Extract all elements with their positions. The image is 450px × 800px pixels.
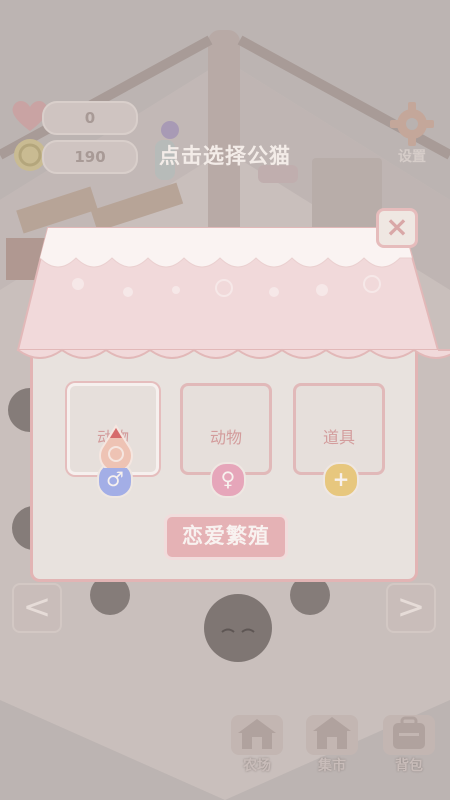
prompt-text: 点击选择公猫 xyxy=(159,144,291,168)
close-button[interactable]: × xyxy=(376,208,418,248)
slot-label: 道具 xyxy=(322,428,355,447)
backpack-button[interactable]: 背包 xyxy=(380,707,438,775)
house-icon xyxy=(231,715,283,755)
backpack-label: 背包 xyxy=(395,758,423,774)
hearts-counter: 0 xyxy=(42,101,138,135)
prev-arrow-button[interactable]: < xyxy=(12,583,62,633)
market-button[interactable]: 集市 xyxy=(303,707,361,775)
backpack-icon xyxy=(383,715,435,755)
settings-button[interactable]: 设置 xyxy=(384,100,440,168)
market-label: 集市 xyxy=(318,758,346,774)
farm-button[interactable]: 农场 xyxy=(228,707,286,775)
tap-hint-pointer-icon xyxy=(98,422,134,473)
breed-button[interactable]: 恋爱繁殖 xyxy=(164,514,288,560)
add-item-icon: + xyxy=(323,462,359,498)
market-icon xyxy=(306,715,358,755)
gear-icon xyxy=(390,102,434,146)
next-arrow-button[interactable]: > xyxy=(386,583,436,633)
slot-label: 动物 xyxy=(209,428,242,447)
close-icon: × xyxy=(385,210,409,243)
farm-label: 农场 xyxy=(243,758,271,774)
settings-label: 设置 xyxy=(398,149,426,165)
female-icon: ♀ xyxy=(210,462,246,498)
